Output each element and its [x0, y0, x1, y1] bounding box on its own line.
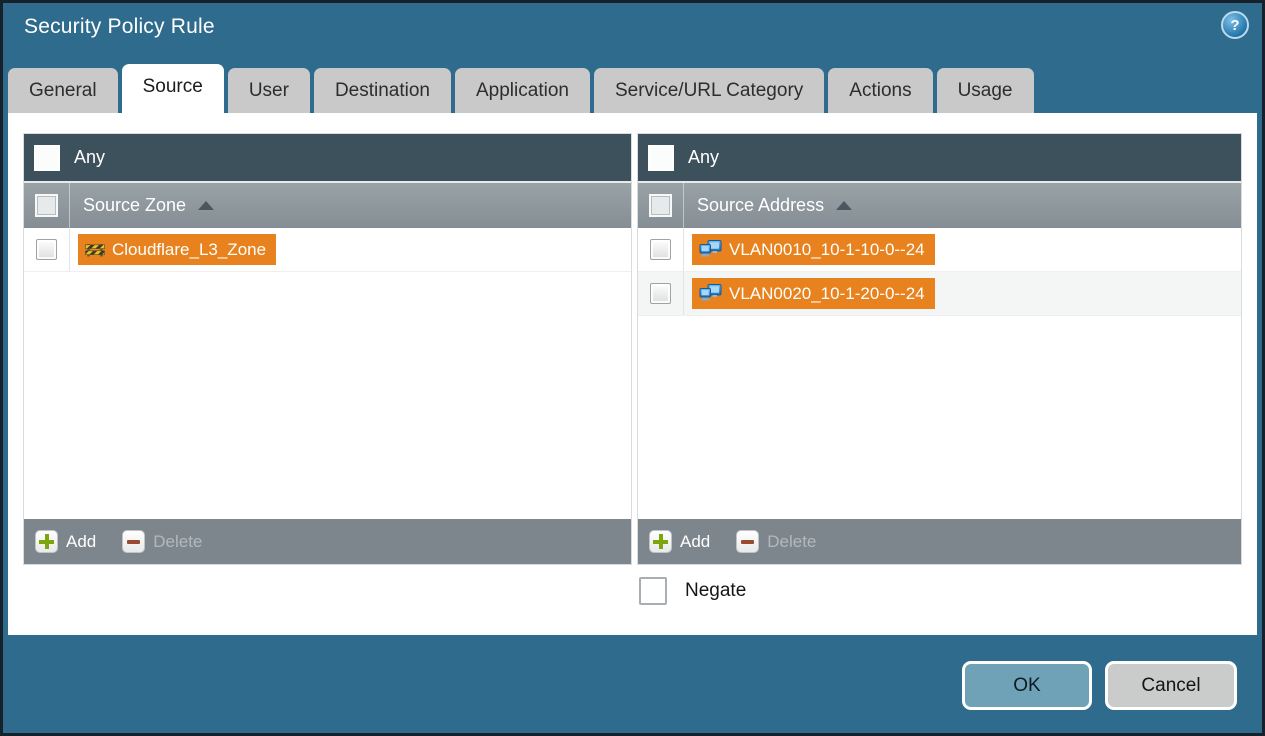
- address-name: VLAN0010_10-1-10-0--24: [729, 239, 925, 259]
- delete-label: Delete: [153, 531, 203, 551]
- address-tag[interactable]: VLAN0020_10-1-20-0--24: [692, 278, 935, 309]
- help-icon[interactable]: ?: [1221, 11, 1249, 39]
- source-address-panel: Any Source Address VLAN0010_10-1-10-0--2…: [637, 133, 1242, 565]
- table-row[interactable]: Cloudflare_L3_Zone: [24, 228, 631, 272]
- source-zone-any-label: Any: [74, 147, 106, 167]
- row-checkbox[interactable]: [650, 283, 671, 304]
- row-checkbox-cell: [638, 228, 684, 271]
- source-zone-panel: Any Source Zone Cloudflare_L3_Zone Add D…: [23, 133, 632, 565]
- address-tag[interactable]: VLAN0010_10-1-10-0--24: [692, 234, 935, 265]
- source-zone-column-title: Source Zone: [83, 195, 187, 215]
- add-address-button[interactable]: Add: [649, 530, 710, 553]
- security-policy-rule-dialog: Security Policy Rule ? General Source Us…: [0, 0, 1265, 736]
- source-address-rows: VLAN0010_10-1-10-0--24 VLAN0020_10-1-20-…: [638, 228, 1241, 519]
- source-zone-select-all-checkbox[interactable]: [35, 194, 58, 217]
- source-zone-header-checkbox-cell: [24, 183, 70, 228]
- source-address-column-title: Source Address: [697, 195, 825, 215]
- row-checkbox[interactable]: [36, 239, 57, 260]
- add-label: Add: [66, 531, 97, 551]
- dialog-title: Security Policy Rule: [24, 15, 215, 38]
- zone-tag[interactable]: Cloudflare_L3_Zone: [78, 234, 277, 265]
- source-address-any-bar: Any: [638, 134, 1241, 181]
- tab-user[interactable]: User: [227, 68, 310, 113]
- address-name: VLAN0020_10-1-20-0--24: [729, 283, 925, 303]
- source-zone-any-checkbox[interactable]: [34, 144, 60, 171]
- table-row[interactable]: VLAN0010_10-1-10-0--24: [638, 228, 1241, 272]
- tab-bar: General Source User Destination Applicat…: [8, 64, 1034, 113]
- ok-button[interactable]: OK: [962, 661, 1092, 710]
- sort-ascending-icon: [836, 201, 853, 210]
- add-label: Add: [680, 531, 711, 551]
- row-checkbox-cell: [638, 272, 684, 315]
- table-row[interactable]: VLAN0020_10-1-20-0--24: [638, 272, 1241, 316]
- tab-destination[interactable]: Destination: [313, 68, 451, 113]
- delete-address-button[interactable]: Delete: [736, 530, 816, 553]
- add-icon: [649, 530, 672, 553]
- tab-application[interactable]: Application: [455, 68, 590, 113]
- cancel-button[interactable]: Cancel: [1105, 661, 1237, 710]
- address-icon: [699, 240, 722, 257]
- help-glyph: ?: [1230, 16, 1240, 34]
- address-icon: [699, 284, 722, 301]
- source-zone-footer: Add Delete: [24, 519, 631, 564]
- source-address-header-checkbox-cell: [638, 183, 684, 228]
- tab-general[interactable]: General: [8, 68, 118, 113]
- sort-ascending-icon: [198, 201, 215, 210]
- source-address-any-checkbox[interactable]: [648, 144, 674, 171]
- negate-control: Negate: [639, 577, 746, 605]
- tab-source[interactable]: Source: [121, 64, 224, 113]
- source-zone-any-bar: Any: [24, 134, 631, 181]
- delete-icon: [122, 530, 146, 553]
- source-address-column-header[interactable]: Source Address: [638, 181, 1241, 228]
- source-zone-column-header[interactable]: Source Zone: [24, 181, 631, 228]
- zone-name: Cloudflare_L3_Zone: [112, 239, 267, 259]
- tab-actions[interactable]: Actions: [828, 68, 933, 113]
- source-address-any-label: Any: [688, 147, 720, 167]
- zone-icon: [85, 244, 105, 257]
- source-zone-rows: Cloudflare_L3_Zone: [24, 228, 631, 519]
- row-checkbox[interactable]: [650, 239, 671, 260]
- source-address-select-all-checkbox[interactable]: [649, 194, 672, 217]
- add-icon: [35, 530, 58, 553]
- add-zone-button[interactable]: Add: [35, 530, 96, 553]
- row-checkbox-cell: [24, 228, 70, 271]
- tab-service-url-category[interactable]: Service/URL Category: [593, 68, 825, 113]
- source-address-footer: Add Delete: [638, 519, 1241, 564]
- delete-label: Delete: [767, 531, 817, 551]
- delete-icon: [736, 530, 760, 553]
- negate-label: Negate: [685, 580, 747, 601]
- tab-usage[interactable]: Usage: [936, 68, 1034, 113]
- negate-checkbox[interactable]: [639, 577, 667, 605]
- delete-zone-button[interactable]: Delete: [122, 530, 202, 553]
